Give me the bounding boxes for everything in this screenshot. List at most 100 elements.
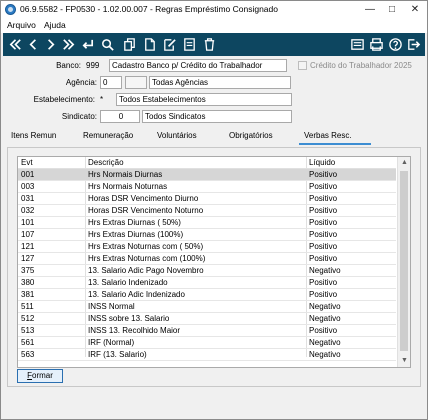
table-row[interactable]: 032 Horas DSR Vencimento Noturno Positivo [18, 205, 396, 217]
table-row[interactable]: 380 13. Salario Indenizado Positivo [18, 277, 396, 289]
scroll-down-icon[interactable]: ▼ [398, 355, 410, 367]
cell-liquido: Positivo [309, 194, 338, 203]
tab-obrigatorios[interactable]: Obrigatórios [229, 131, 273, 140]
tab-voluntarios[interactable]: Voluntários [157, 131, 197, 140]
title-bar: 06.9.5582 - FP0530 - 1.02.00.007 - Regra… [1, 1, 427, 18]
scroll-thumb[interactable] [400, 171, 408, 351]
search-icon[interactable] [100, 37, 115, 52]
menu-bar: Arquivo Ajuda [1, 18, 427, 33]
cell-descricao: 13. Salario Adic Pago Novembro [88, 266, 204, 275]
print-icon[interactable] [369, 37, 384, 52]
credito-trabalhador-label: Crédito do Trabalhador 2025 [310, 61, 412, 70]
menu-arquivo[interactable]: Arquivo [7, 20, 36, 30]
sindicato-label: Sindicato: [61, 112, 97, 121]
new-icon[interactable] [182, 37, 197, 52]
last-icon[interactable] [61, 37, 76, 52]
copy-icon[interactable] [122, 37, 137, 52]
cell-liquido: Positivo [309, 254, 338, 263]
cell-liquido: Positivo [309, 182, 338, 191]
cell-descricao: Hrs Extras Noturnas com (100%) [88, 254, 206, 263]
tab-bar: Itens Remun Remuneração Voluntários Obri… [3, 129, 425, 144]
tab-itens-remun[interactable]: Itens Remun [11, 131, 56, 140]
exit-icon[interactable] [406, 37, 421, 52]
table-row[interactable]: 003 Hrs Normais Noturnas Positivo [18, 181, 396, 193]
cell-liquido: Negativo [309, 266, 341, 275]
cell-descricao: Hrs Normais Diurnas [88, 170, 163, 179]
cell-liquido: Positivo [309, 218, 338, 227]
table-row[interactable]: 121 Hrs Extras Noturnas com ( 50%) Positiv… [18, 241, 396, 253]
column-header-descricao[interactable]: Descrição [88, 158, 124, 167]
table-row[interactable]: 375 13. Salario Adic Pago Novembro Negativ… [18, 265, 396, 277]
estabelecimento-code-field[interactable]: * [97, 93, 115, 106]
cell-evt: 563 [21, 350, 35, 359]
cell-descricao: Hrs Normais Noturnas [88, 182, 168, 191]
estabelecimento-label: Estabelecimento: [33, 95, 95, 104]
cell-descricao: 13. Salario Adic Indenizado [88, 290, 185, 299]
table-row[interactable]: 563 IRF (13. Salario) Negativo [18, 349, 396, 361]
verbas-grid: Evt Descrição Líquido 001 Hrs Normais Diu… [17, 156, 411, 368]
cell-liquido: Positivo [309, 230, 338, 239]
return-icon[interactable] [80, 37, 95, 52]
tab-remuneracao[interactable]: Remuneração [83, 131, 133, 140]
grid-header: Evt Descrição Líquido [18, 157, 396, 169]
cell-evt: 001 [21, 170, 35, 179]
cell-liquido: Positivo [309, 242, 338, 251]
table-row[interactable]: 001 Hrs Normais Diurnas Positivo [18, 169, 396, 181]
cell-liquido: Positivo [309, 326, 338, 335]
banco-name-field: Cadastro Banco p/ Crédito do Trabalhador [109, 59, 287, 72]
table-row[interactable]: 511 INSS Normal Negativo [18, 301, 396, 313]
table-row[interactable]: 107 Hrs Extras Diurnas (100%) Positivo [18, 229, 396, 241]
report-icon[interactable] [350, 37, 365, 52]
first-icon[interactable] [8, 37, 23, 52]
cell-evt: 511 [21, 302, 34, 311]
sindicato-name-field: Todos Sindicatos [142, 110, 292, 123]
grid-scrollbar[interactable]: ▲ ▼ [397, 157, 410, 367]
edit-icon[interactable] [162, 37, 177, 52]
cell-descricao: Hrs Extras Diurnas (100%) [88, 230, 184, 239]
cell-liquido: Positivo [309, 206, 338, 215]
table-row[interactable]: 513 INSS 13. Recolhido Maior Positivo [18, 325, 396, 337]
table-row[interactable]: 101 Hrs Extras Diurnas ( 50%) Positivo [18, 217, 396, 229]
banco-code-field[interactable]: 999 [83, 59, 109, 72]
close-button[interactable]: ✕ [404, 1, 426, 18]
delete-icon[interactable] [202, 37, 217, 52]
cell-evt: 561 [21, 338, 35, 347]
next-icon[interactable] [43, 37, 58, 52]
column-header-evt[interactable]: Evt [21, 158, 33, 167]
cell-descricao: INSS Normal [88, 302, 135, 311]
cell-liquido: Negativo [309, 302, 341, 311]
cell-descricao: IRF (13. Salario) [88, 350, 147, 359]
previous-icon[interactable] [26, 37, 41, 52]
window-title: 06.9.5582 - FP0530 - 1.02.00.007 - Regra… [20, 4, 278, 14]
cell-descricao: IRF (Normal) [88, 338, 135, 347]
cell-liquido: Negativo [309, 350, 341, 359]
table-row[interactable]: 561 IRF (Normal) Negativo [18, 337, 396, 349]
help-icon[interactable] [388, 37, 403, 52]
app-logo-icon [5, 4, 16, 15]
toolbar [3, 33, 425, 56]
formar-button[interactable]: Formar [17, 369, 63, 383]
tab-verbas-resc[interactable]: Verbas Resc. [304, 131, 352, 140]
scroll-up-icon[interactable]: ▲ [398, 157, 410, 169]
cell-liquido: Negativo [309, 314, 341, 323]
menu-ajuda[interactable]: Ajuda [44, 20, 66, 30]
grid-body: 001 Hrs Normais Diurnas Positivo 003 Hrs Nor… [18, 169, 396, 361]
table-row[interactable]: 381 13. Salario Adic Indenizado Positivo [18, 289, 396, 301]
credito-trabalhador-checkbox[interactable] [298, 61, 307, 70]
cell-evt: 121 [21, 242, 35, 251]
table-row[interactable]: 512 INSS sobre 13. Salario Negativo [18, 313, 396, 325]
column-header-liquido[interactable]: Líquido [309, 158, 335, 167]
agencia-code-field[interactable]: 0 [100, 76, 122, 89]
active-tab-indicator [299, 143, 371, 145]
table-row[interactable]: 127 Hrs Extras Noturnas com (100%) Positiv… [18, 253, 396, 265]
agencia-name-field: Todas Agências [149, 76, 291, 89]
paste-icon[interactable] [142, 37, 157, 52]
table-row[interactable]: 031 Horas DSR Vencimento Diurno Positivo [18, 193, 396, 205]
maximize-button[interactable]: □ [381, 1, 403, 18]
cell-evt: 003 [21, 182, 35, 191]
agencia-label: Agência: [65, 78, 97, 87]
cell-evt: 513 [21, 326, 35, 335]
sindicato-code-field[interactable]: 0 [100, 110, 140, 123]
cell-liquido: Positivo [309, 278, 338, 287]
minimize-button[interactable]: — [359, 1, 381, 18]
